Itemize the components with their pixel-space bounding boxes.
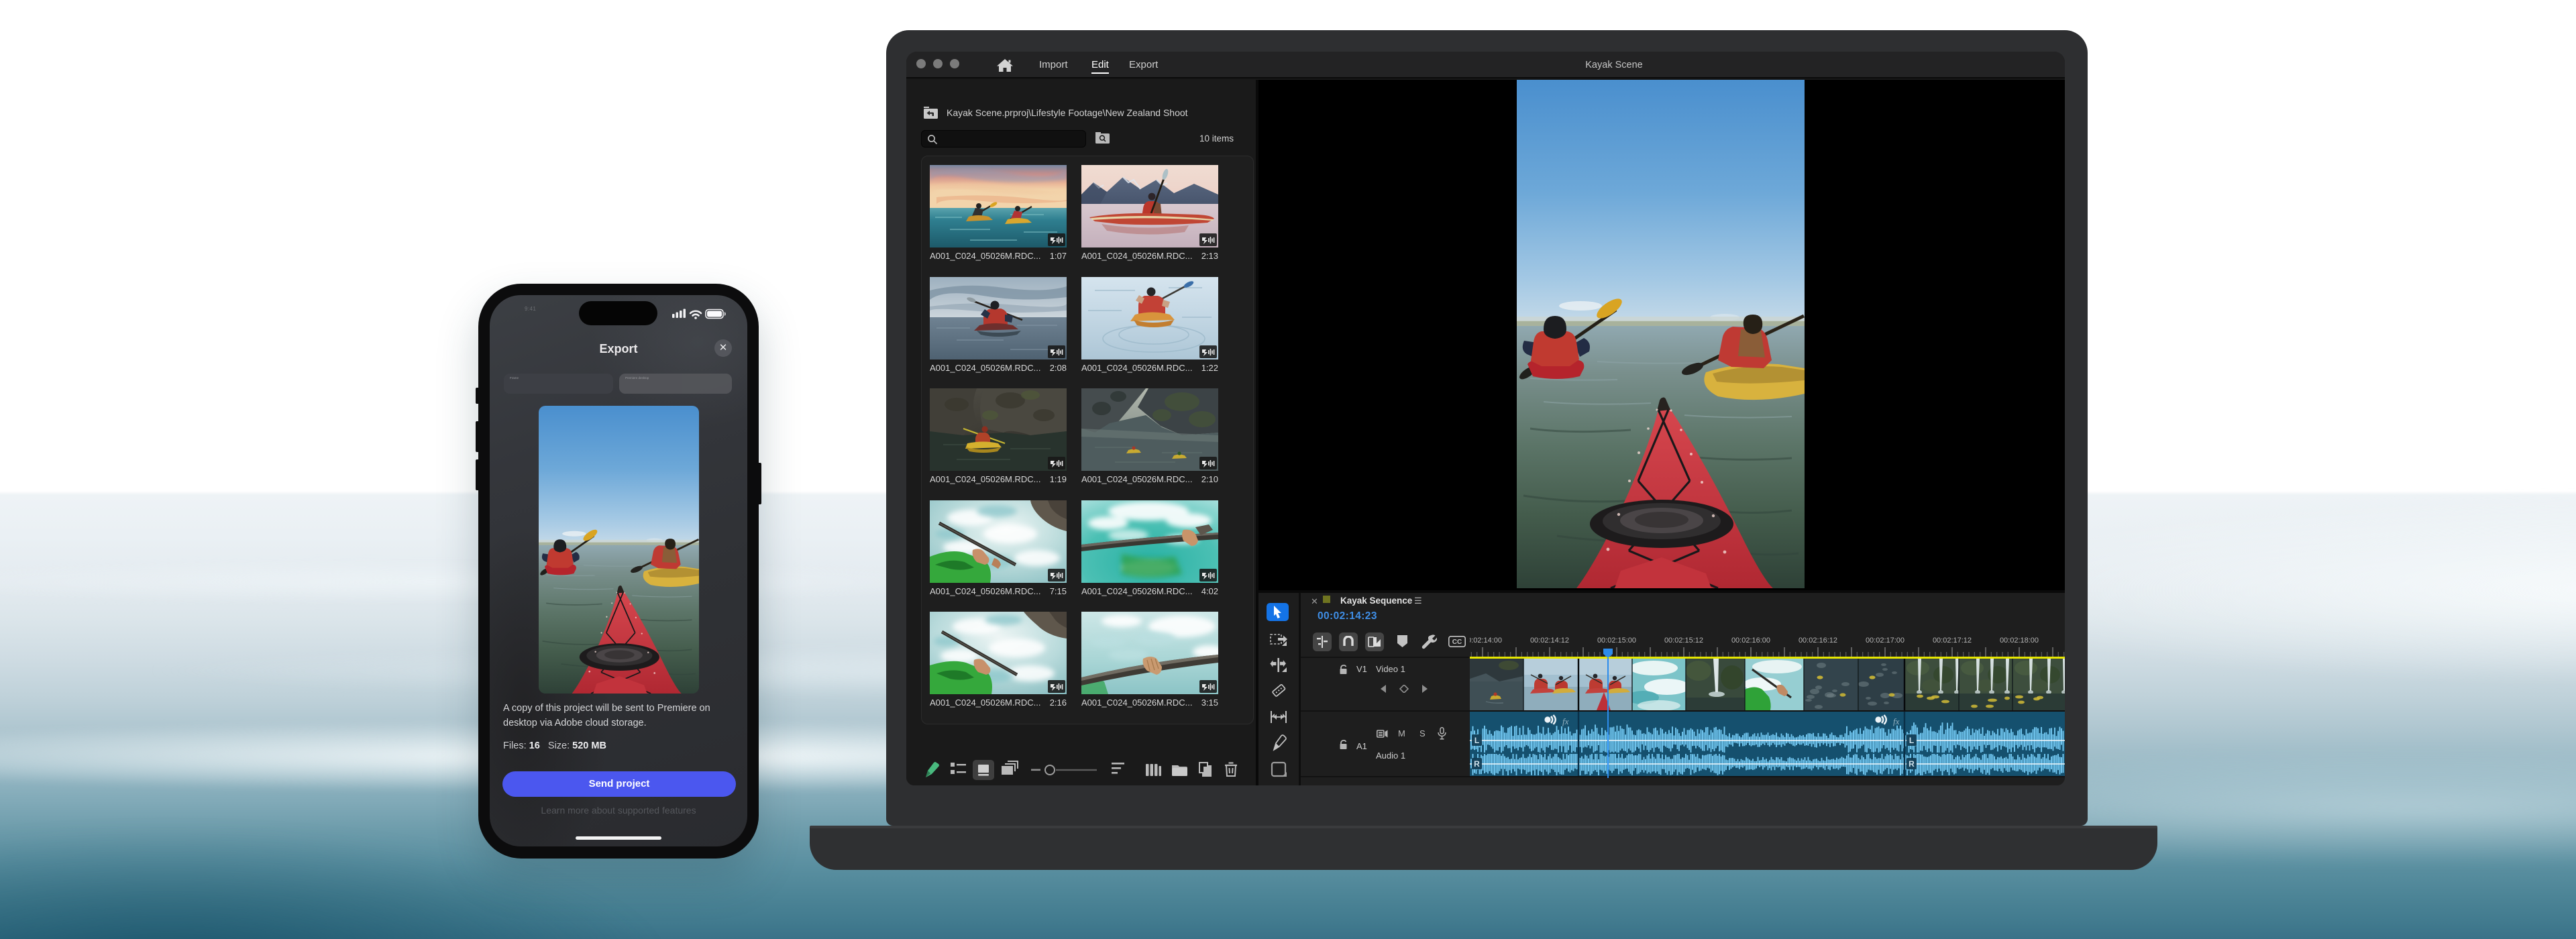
svg-text:L: L bbox=[1474, 736, 1479, 745]
svg-text:L: L bbox=[1909, 736, 1914, 745]
svg-text:R: R bbox=[1909, 759, 1915, 769]
svg-text:R: R bbox=[1474, 759, 1480, 769]
svg-text:fx: fx bbox=[1893, 716, 1900, 726]
svg-text:fx: fx bbox=[1562, 716, 1569, 726]
svg-text:CC: CC bbox=[1452, 639, 1462, 646]
